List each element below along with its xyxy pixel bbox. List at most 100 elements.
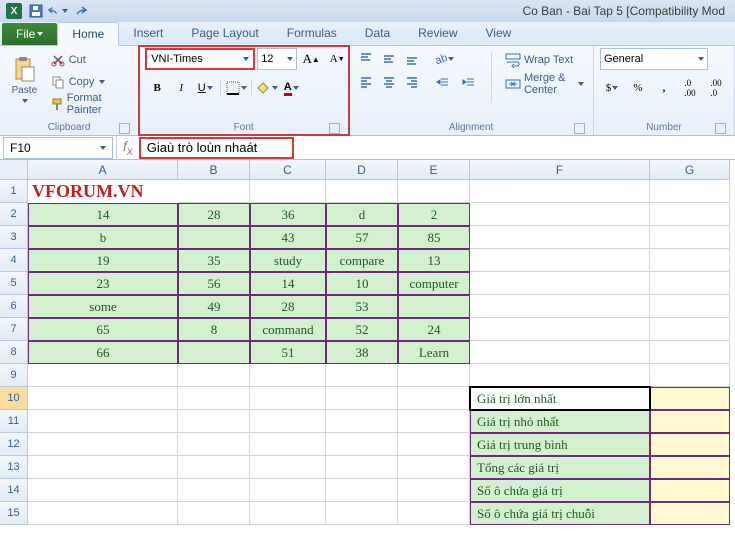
row-header[interactable]: 3 (0, 226, 28, 249)
cell[interactable] (650, 479, 730, 502)
cell[interactable]: b (28, 226, 178, 249)
cell[interactable]: 23 (28, 272, 178, 295)
row-header[interactable]: 12 (0, 433, 28, 456)
cell[interactable]: study (250, 249, 326, 272)
cell[interactable] (28, 387, 178, 410)
redo-icon[interactable] (70, 2, 90, 20)
tab-view[interactable]: View (472, 21, 526, 45)
shrink-font-button[interactable]: A▼ (325, 48, 349, 70)
tab-page-layout[interactable]: Page Layout (177, 21, 272, 45)
row-header[interactable]: 4 (0, 249, 28, 272)
align-top-button[interactable] (355, 48, 377, 70)
merge-center-button[interactable]: Merge & Center (502, 74, 587, 94)
cell[interactable] (178, 410, 250, 433)
row-header[interactable]: 9 (0, 364, 28, 387)
cell[interactable] (28, 502, 178, 525)
select-all-corner[interactable] (0, 160, 28, 180)
row-header[interactable]: 2 (0, 203, 28, 226)
cell[interactable] (326, 180, 398, 203)
cell[interactable]: 14 (250, 272, 326, 295)
cell[interactable] (250, 387, 326, 410)
tab-insert[interactable]: Insert (119, 21, 177, 45)
cell[interactable] (398, 410, 470, 433)
tab-formulas[interactable]: Formulas (273, 21, 351, 45)
col-header[interactable]: C (250, 160, 326, 180)
cell[interactable] (470, 364, 650, 387)
tab-data[interactable]: Data (351, 21, 404, 45)
cell[interactable] (326, 387, 398, 410)
cell[interactable] (650, 180, 730, 203)
cell[interactable]: Learn (398, 341, 470, 364)
cell[interactable] (326, 502, 398, 525)
cell[interactable]: 53 (326, 295, 398, 318)
cell[interactable]: command (250, 318, 326, 341)
cell[interactable]: computer (398, 272, 470, 295)
cell[interactable] (178, 479, 250, 502)
cell[interactable] (178, 180, 250, 203)
cell[interactable]: 56 (178, 272, 250, 295)
cell[interactable] (470, 249, 650, 272)
cell[interactable] (28, 479, 178, 502)
align-center-button[interactable] (378, 71, 400, 93)
cell[interactable]: Số ô chứa giá trị chuỗi (470, 502, 650, 525)
cell[interactable] (326, 479, 398, 502)
cut-button[interactable]: Cut (47, 50, 132, 70)
number-format-select[interactable]: General (600, 48, 708, 70)
cell[interactable] (326, 433, 398, 456)
cell[interactable] (28, 364, 178, 387)
col-header[interactable]: D (326, 160, 398, 180)
cell[interactable] (28, 410, 178, 433)
cell[interactable]: 28 (178, 203, 250, 226)
cell[interactable]: 38 (326, 341, 398, 364)
cell[interactable] (470, 272, 650, 295)
cell[interactable] (178, 226, 250, 249)
cell[interactable] (178, 387, 250, 410)
cell[interactable] (470, 180, 650, 203)
cell[interactable] (398, 502, 470, 525)
cell[interactable]: VFORUM.VN (28, 180, 178, 203)
cell[interactable] (250, 410, 326, 433)
cell[interactable] (650, 364, 730, 387)
cell[interactable] (650, 387, 730, 410)
font-name-select[interactable]: VNI-Times (145, 48, 255, 70)
cell[interactable]: 43 (250, 226, 326, 249)
align-middle-button[interactable] (378, 48, 400, 70)
cell[interactable] (178, 456, 250, 479)
cell[interactable] (470, 295, 650, 318)
tab-home[interactable]: Home (57, 22, 119, 46)
cell[interactable]: 24 (398, 318, 470, 341)
row-header[interactable]: 1 (0, 180, 28, 203)
cell[interactable] (650, 295, 730, 318)
cell[interactable] (398, 479, 470, 502)
cell[interactable] (250, 364, 326, 387)
cell[interactable] (178, 433, 250, 456)
cell[interactable] (650, 272, 730, 295)
formula-input[interactable]: Giaù trò loùn nhaát (139, 137, 294, 159)
cell[interactable] (470, 203, 650, 226)
cell[interactable] (398, 364, 470, 387)
cell[interactable]: 51 (250, 341, 326, 364)
cell[interactable]: 85 (398, 226, 470, 249)
orientation-button[interactable]: ab (431, 48, 455, 70)
cell[interactable]: 49 (178, 295, 250, 318)
cell-active[interactable]: Giá trị lớn nhất (470, 387, 650, 410)
wrap-text-button[interactable]: Wrap Text (502, 50, 587, 70)
cell[interactable]: d (326, 203, 398, 226)
cell[interactable]: 13 (398, 249, 470, 272)
cell[interactable]: 66 (28, 341, 178, 364)
cell[interactable] (398, 433, 470, 456)
undo-icon[interactable] (48, 2, 68, 20)
col-header[interactable]: E (398, 160, 470, 180)
worksheet[interactable]: A B C D E F G 1 2 3 4 5 6 7 8 9 10 11 12… (0, 160, 735, 546)
cell[interactable] (250, 502, 326, 525)
cell[interactable] (398, 456, 470, 479)
cell[interactable] (470, 226, 650, 249)
cell[interactable]: compare (326, 249, 398, 272)
cell[interactable]: Tổng các giá trị (470, 456, 650, 479)
cell[interactable]: 35 (178, 249, 250, 272)
cell[interactable] (28, 433, 178, 456)
cell[interactable] (650, 249, 730, 272)
align-left-button[interactable] (355, 71, 377, 93)
cell[interactable] (650, 226, 730, 249)
copy-button[interactable]: Copy (47, 72, 132, 92)
